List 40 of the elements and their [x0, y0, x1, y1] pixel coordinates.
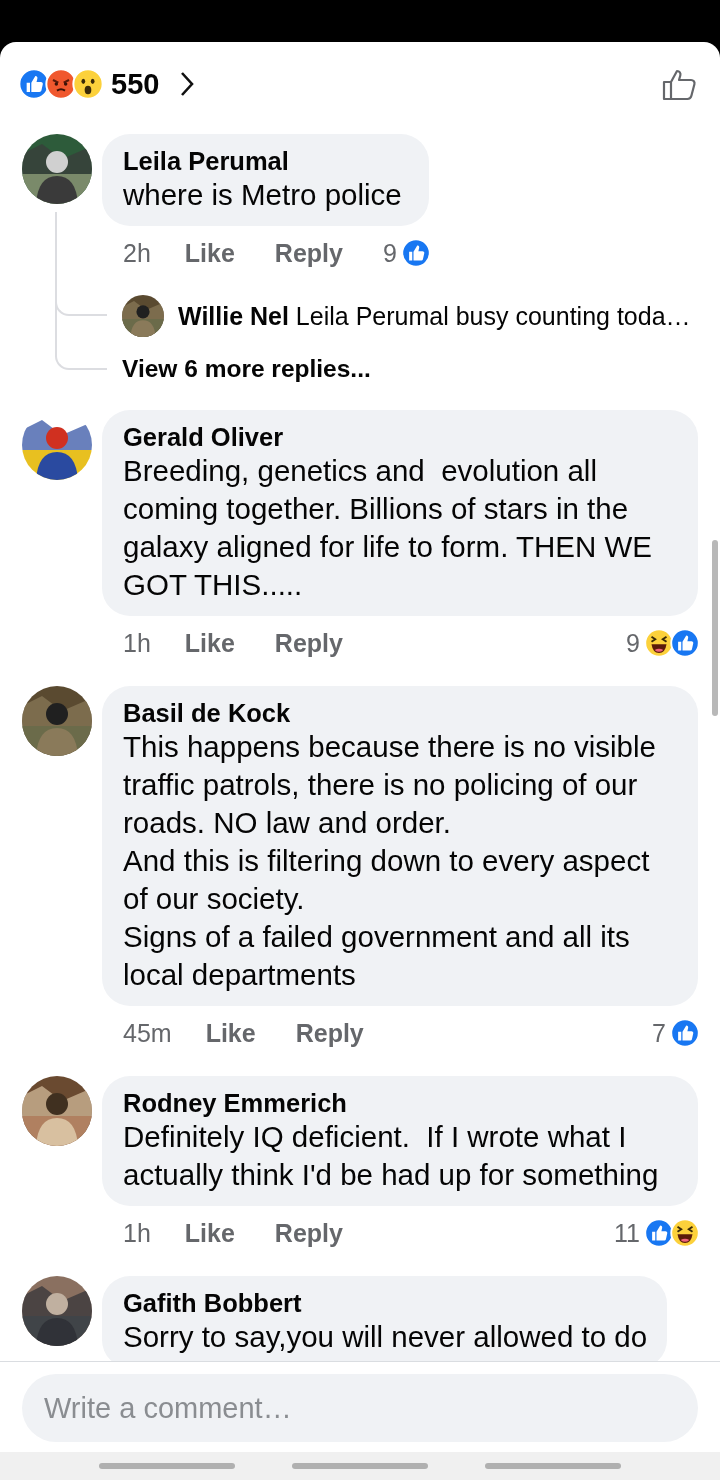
comment-text: where is Metro police [123, 177, 403, 213]
reaction-count[interactable]: 550 [111, 67, 160, 101]
action-link[interactable]: Reply [274, 628, 343, 658]
like-reaction-icon [644, 1218, 674, 1248]
reaction-count: 9 [626, 628, 640, 658]
comment-text: This happens because there is no visible traffic patrols, there is no policing of our roads. NO law and order. And this is filtering down to every aspect of our society. Signs of a failed government and all its local departments [123, 729, 657, 993]
comment-text: Sorry to say,you will never allowed to do [123, 1319, 648, 1355]
reaction-count: 7 [652, 1018, 666, 1048]
action-link[interactable]: Reply [274, 1218, 343, 1248]
laughing-reaction-icon [670, 1218, 700, 1248]
laughing-reaction-icon [644, 628, 674, 658]
timestamp: 1h [123, 1218, 151, 1248]
like-reaction-icon [400, 238, 431, 268]
reaction-count: 11 [614, 1218, 640, 1248]
reply-preview: Willie Nel Leila Perumal busy counting toda… [178, 301, 691, 331]
author-name[interactable]: Leila Perumal [123, 146, 409, 176]
comment-text: Breeding, genetics and evolution all coming together. Billions of stars in the galaxy aligned for life to form. THEN WE GOT THIS..... [123, 453, 653, 603]
timestamp: 1h [123, 628, 151, 658]
action-link[interactable]: Reply [295, 1018, 364, 1048]
author-name[interactable]: Gerald Oliver [123, 422, 678, 452]
author-name[interactable]: Basil de Kock [123, 698, 678, 728]
author-name[interactable]: Gafith Bobbert [123, 1288, 648, 1318]
action-link[interactable]: Reply [274, 238, 343, 268]
chevron-right-icon[interactable] [179, 70, 196, 98]
action-link[interactable]: Like [184, 628, 235, 658]
angry-reaction-icon [45, 68, 77, 100]
view-more-replies-link[interactable]: View 6 more replies... [122, 355, 371, 383]
timestamp: 45m [123, 1018, 172, 1048]
timestamp: 2h [123, 238, 151, 268]
comment-field[interactable]: Write a comment… [22, 1374, 698, 1442]
action-link[interactable]: Like [184, 238, 235, 268]
like-reaction-icon [670, 628, 700, 658]
reaction-count: 9 [382, 238, 397, 268]
like-reaction-icon [18, 68, 50, 100]
action-link[interactable]: Like [205, 1018, 256, 1048]
author-name[interactable]: Rodney Emmerich [123, 1088, 678, 1118]
action-link[interactable]: Like [184, 1218, 235, 1248]
like-reaction-icon [670, 1018, 700, 1048]
wow-reaction-icon [72, 68, 104, 100]
comment-text: Definitely IQ deficient. If I wrote what I actually think I'd be had up for something [123, 1119, 660, 1193]
